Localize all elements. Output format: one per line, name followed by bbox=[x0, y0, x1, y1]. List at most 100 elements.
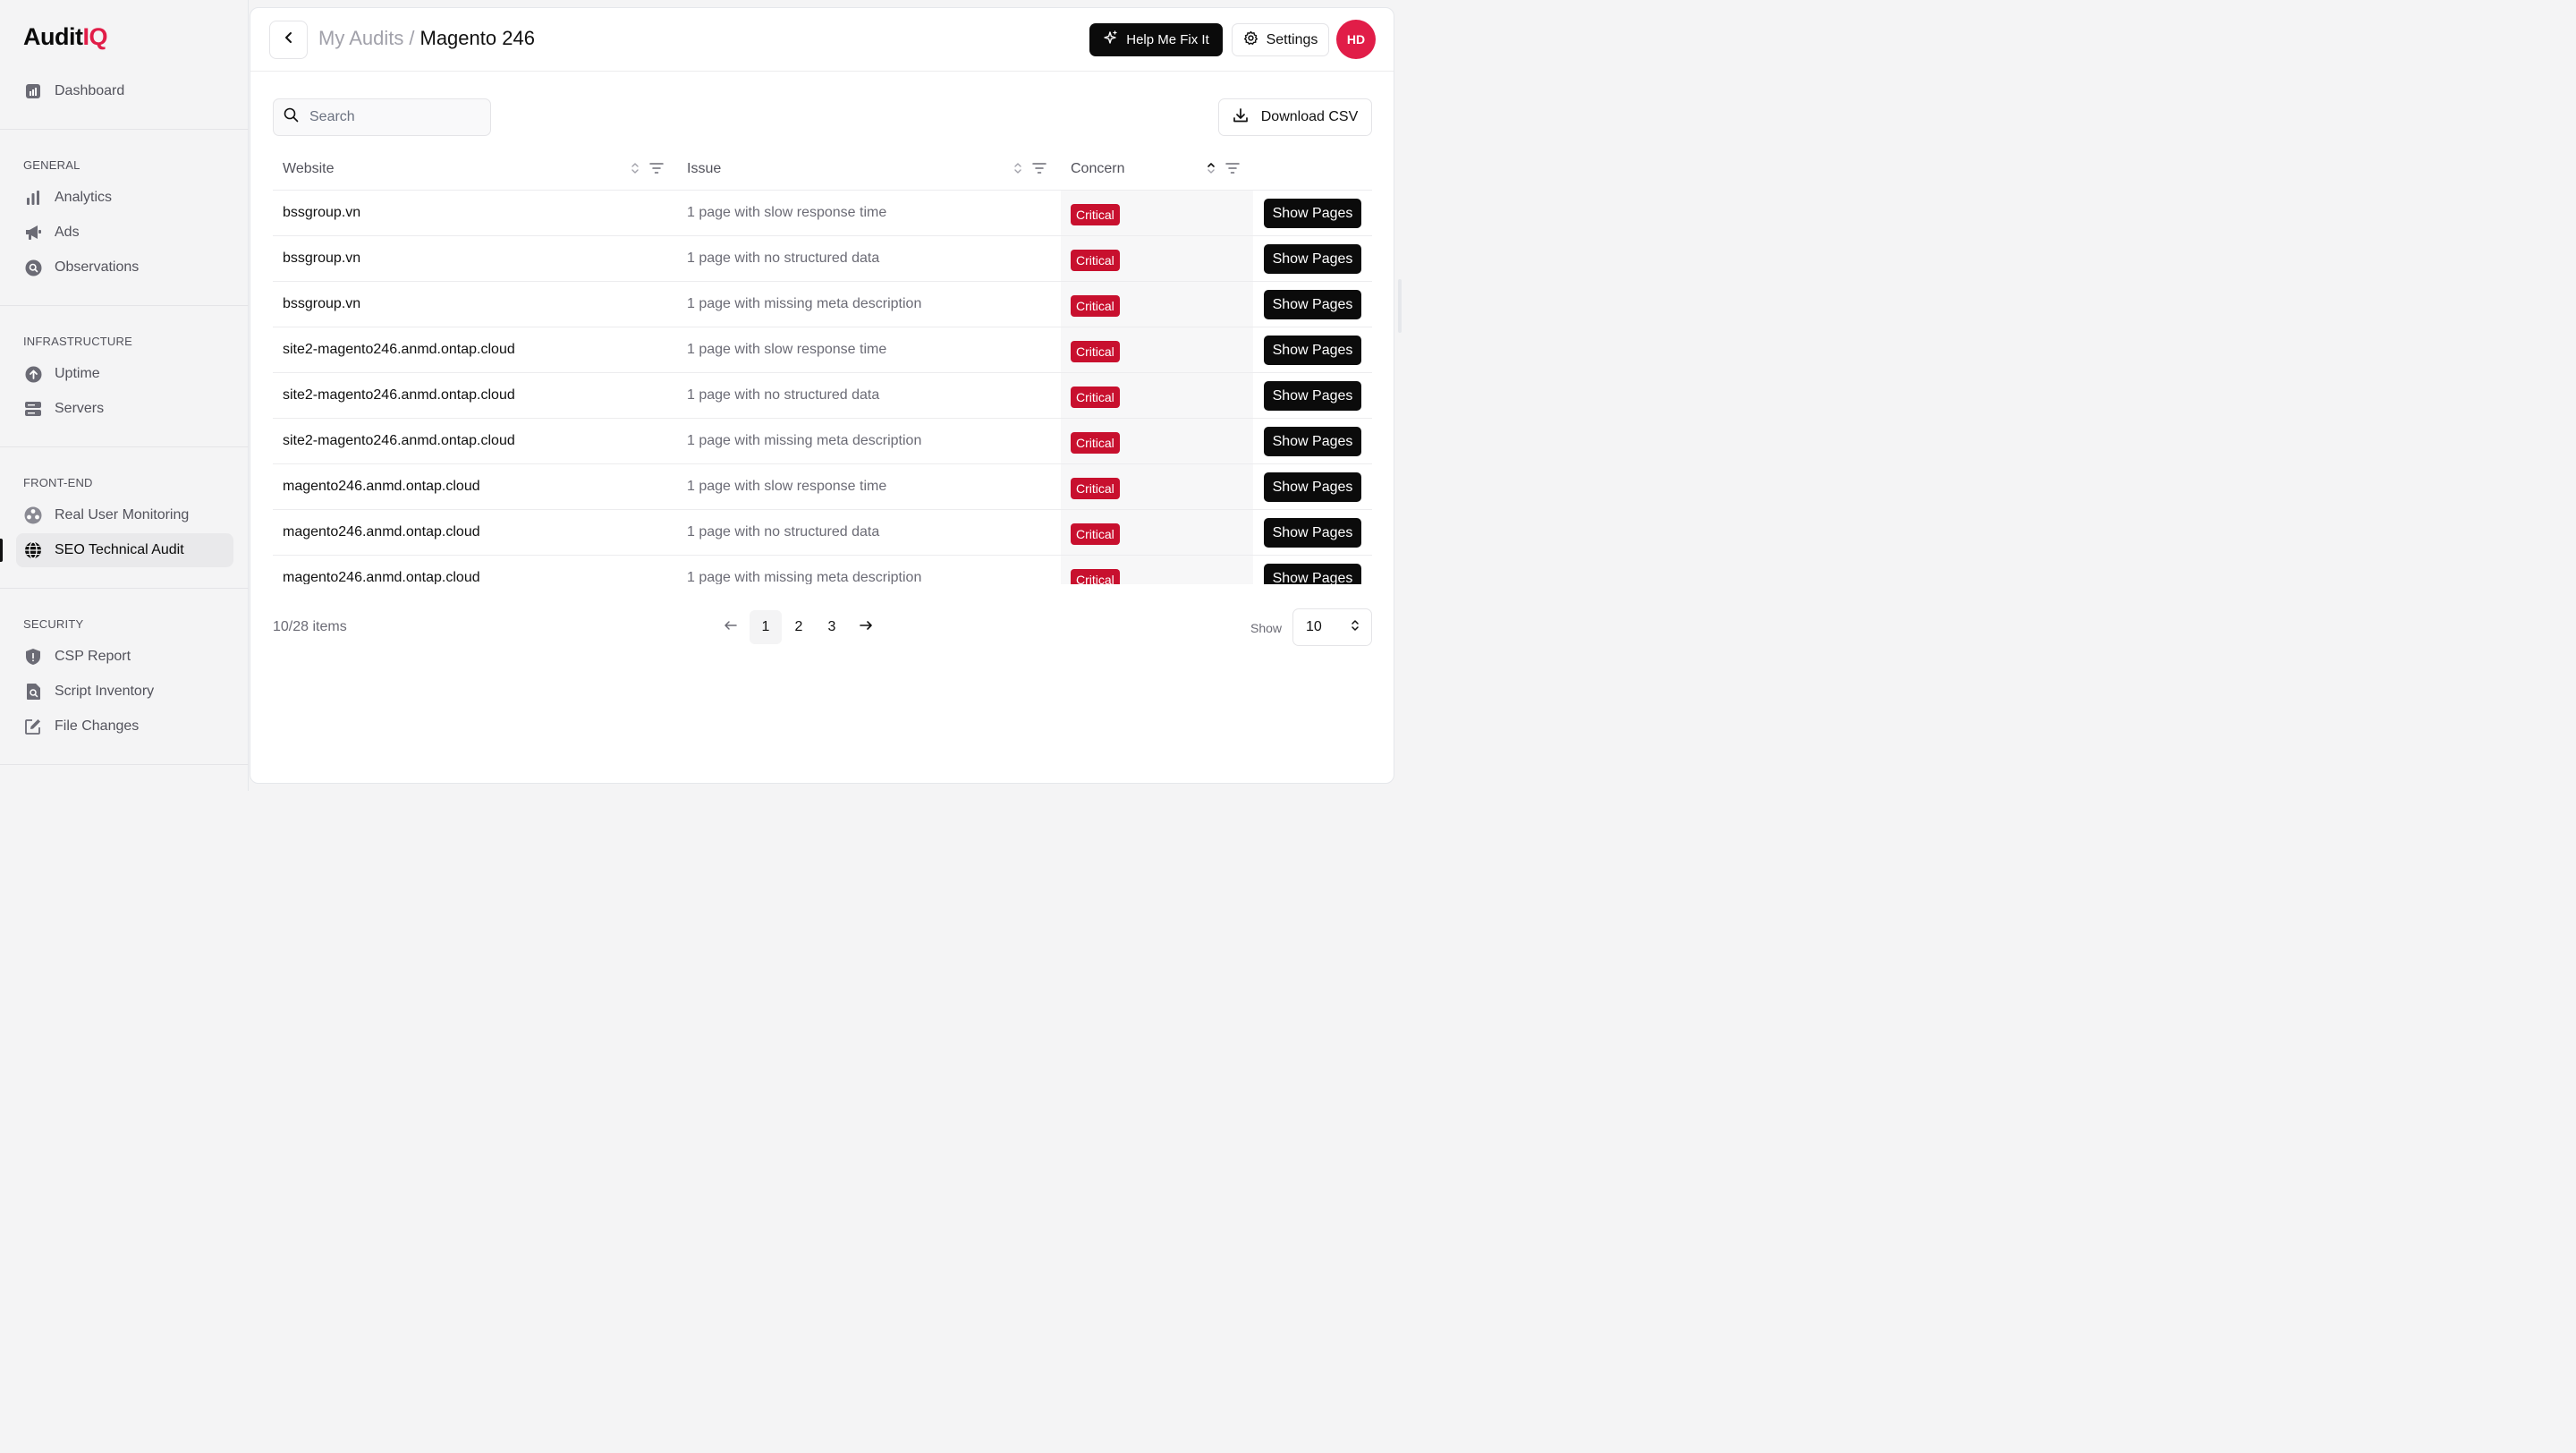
section-title-infrastructure: INFRASTRUCTURE bbox=[23, 335, 132, 348]
website-cell: site2-magento246.anmd.ontap.cloud bbox=[283, 342, 515, 357]
user-avatar[interactable]: HD bbox=[1336, 20, 1376, 59]
sidebar-item-label: Ads bbox=[55, 225, 80, 240]
issue-cell: 1 page with missing meta description bbox=[687, 570, 922, 584]
table-row: site2-magento246.anmd.ontap.cloud 1 page… bbox=[273, 373, 1372, 419]
website-cell: bssgroup.vn bbox=[283, 296, 361, 311]
table-row: magento246.anmd.ontap.cloud 1 page with … bbox=[273, 556, 1372, 584]
page-size-select[interactable]: 10 bbox=[1292, 608, 1372, 646]
sort-icon[interactable] bbox=[630, 161, 640, 180]
sidebar-item-file-changes[interactable]: File Changes bbox=[16, 710, 233, 743]
show-pages-button[interactable]: Show Pages bbox=[1264, 472, 1361, 502]
globe-icon bbox=[23, 540, 43, 560]
critical-badge: Critical bbox=[1071, 387, 1120, 408]
sidebar: AuditIQ Dashboard GENERAL Analytics Ads … bbox=[0, 0, 249, 791]
sidebar-item-label: Dashboard bbox=[55, 83, 125, 98]
website-cell: bssgroup.vn bbox=[283, 205, 361, 220]
website-cell: bssgroup.vn bbox=[283, 251, 361, 266]
arrow-right-icon bbox=[859, 619, 873, 636]
settings-button[interactable]: Settings bbox=[1232, 23, 1329, 56]
sort-icon[interactable] bbox=[1206, 161, 1216, 180]
sort-icon[interactable] bbox=[1013, 161, 1023, 180]
issues-table: Website Issue Concern bssgroup.vn 1 page… bbox=[273, 149, 1372, 584]
show-pages-button[interactable]: Show Pages bbox=[1264, 427, 1361, 456]
back-button[interactable] bbox=[269, 21, 308, 59]
arrow-left-icon bbox=[724, 619, 738, 636]
table-row: magento246.anmd.ontap.cloud 1 page with … bbox=[273, 464, 1372, 510]
website-cell: magento246.anmd.ontap.cloud bbox=[283, 570, 480, 584]
show-pages-button[interactable]: Show Pages bbox=[1264, 244, 1361, 274]
chevron-left-icon bbox=[283, 31, 295, 48]
bar-chart-icon bbox=[23, 188, 43, 208]
filter-icon[interactable] bbox=[1032, 162, 1046, 179]
download-csv-button[interactable]: Download CSV bbox=[1218, 98, 1372, 136]
show-pages-button[interactable]: Show Pages bbox=[1264, 381, 1361, 411]
sidebar-item-label: Observations bbox=[55, 259, 140, 275]
critical-badge: Critical bbox=[1071, 569, 1120, 584]
show-pages-button[interactable]: Show Pages bbox=[1264, 290, 1361, 319]
filter-icon[interactable] bbox=[1225, 162, 1240, 179]
sidebar-item-label: Uptime bbox=[55, 366, 100, 381]
column-header-issue[interactable]: Issue bbox=[687, 161, 721, 177]
app-logo[interactable]: AuditIQ bbox=[23, 23, 107, 51]
website-cell: magento246.anmd.ontap.cloud bbox=[283, 524, 480, 540]
shield-icon bbox=[23, 647, 43, 667]
sidebar-item-seo-technical-audit[interactable]: SEO Technical Audit bbox=[16, 533, 233, 567]
chevron-up-down-icon bbox=[1350, 617, 1360, 638]
sidebar-item-label: Servers bbox=[55, 401, 105, 416]
sidebar-item-observations[interactable]: Observations bbox=[16, 251, 233, 285]
sidebar-item-label: SEO Technical Audit bbox=[55, 542, 184, 557]
sidebar-divider bbox=[0, 129, 249, 130]
critical-badge: Critical bbox=[1071, 250, 1120, 271]
issue-cell: 1 page with slow response time bbox=[687, 479, 887, 494]
website-column-controls bbox=[630, 161, 664, 180]
search-input[interactable] bbox=[309, 109, 470, 125]
page-3-button[interactable]: 3 bbox=[816, 610, 848, 644]
page-scrollbar[interactable] bbox=[1398, 279, 1402, 333]
search-field[interactable] bbox=[273, 98, 491, 136]
magnifier-circle-icon bbox=[23, 258, 43, 277]
search-icon bbox=[284, 107, 299, 127]
previous-page-button[interactable] bbox=[717, 610, 744, 644]
page-2-button[interactable]: 2 bbox=[783, 610, 815, 644]
issue-cell: 1 page with slow response time bbox=[687, 342, 887, 357]
sidebar-item-csp-report[interactable]: CSP Report bbox=[16, 640, 233, 674]
sidebar-item-script-inventory[interactable]: Script Inventory bbox=[16, 675, 233, 709]
sidebar-item-dashboard[interactable]: Dashboard bbox=[16, 74, 233, 108]
sidebar-item-label: Script Inventory bbox=[55, 684, 155, 699]
column-header-website[interactable]: Website bbox=[283, 161, 335, 177]
sidebar-item-ads[interactable]: Ads bbox=[16, 216, 233, 250]
issue-cell: 1 page with missing meta description bbox=[687, 433, 922, 448]
section-title-front-end: FRONT-END bbox=[23, 476, 93, 489]
next-page-button[interactable] bbox=[852, 610, 879, 644]
section-title-security: SECURITY bbox=[23, 617, 84, 631]
issue-cell: 1 page with no structured data bbox=[687, 524, 880, 540]
sidebar-item-servers[interactable]: Servers bbox=[16, 392, 233, 426]
sidebar-item-analytics[interactable]: Analytics bbox=[16, 181, 233, 215]
download-csv-label: Download CSV bbox=[1260, 109, 1359, 124]
settings-button-label: Settings bbox=[1266, 31, 1318, 47]
table-header: Website Issue Concern bbox=[273, 149, 1372, 191]
breadcrumb-parent[interactable]: My Audits bbox=[318, 27, 403, 50]
column-header-concern[interactable]: Concern bbox=[1071, 161, 1124, 177]
breadcrumb-separator: / bbox=[409, 27, 415, 49]
show-pages-button[interactable]: Show Pages bbox=[1264, 518, 1361, 548]
gear-icon bbox=[1243, 30, 1258, 50]
show-pages-button[interactable]: Show Pages bbox=[1264, 336, 1361, 365]
sidebar-item-label: Analytics bbox=[55, 190, 113, 205]
sidebar-item-real-user-monitoring[interactable]: Real User Monitoring bbox=[16, 498, 233, 532]
website-cell: magento246.anmd.ontap.cloud bbox=[283, 479, 480, 494]
critical-badge: Critical bbox=[1071, 295, 1120, 317]
critical-badge: Critical bbox=[1071, 523, 1120, 545]
filter-icon[interactable] bbox=[649, 162, 664, 179]
show-pages-button[interactable]: Show Pages bbox=[1264, 564, 1361, 584]
server-icon bbox=[23, 399, 43, 419]
issue-cell: 1 page with missing meta description bbox=[687, 296, 922, 311]
issue-cell: 1 page with no structured data bbox=[687, 251, 880, 266]
help-me-fix-it-button[interactable]: Help Me Fix It bbox=[1089, 23, 1223, 56]
issue-cell: 1 page with slow response time bbox=[687, 205, 887, 220]
sidebar-item-uptime[interactable]: Uptime bbox=[16, 357, 233, 391]
show-pages-button[interactable]: Show Pages bbox=[1264, 199, 1361, 228]
sidebar-item-label: Real User Monitoring bbox=[55, 507, 190, 523]
critical-badge: Critical bbox=[1071, 432, 1120, 454]
page-1-button[interactable]: 1 bbox=[750, 610, 782, 644]
